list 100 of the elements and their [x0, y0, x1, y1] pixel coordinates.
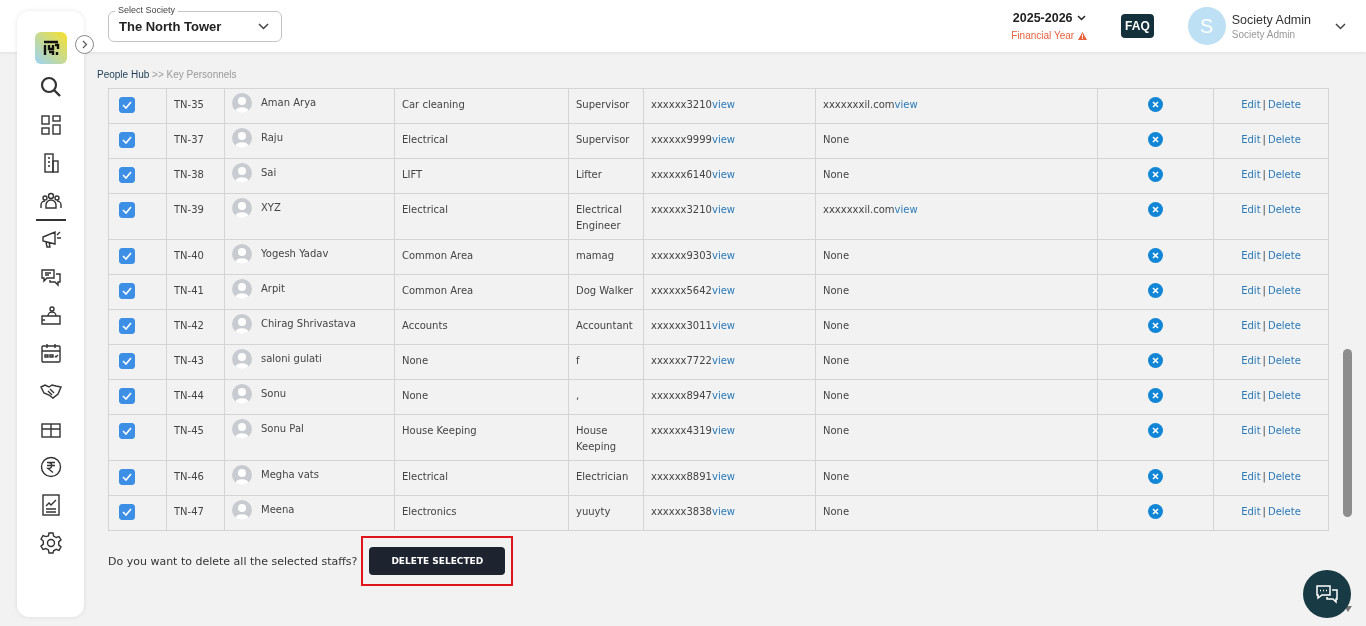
chevron-down-icon[interactable] [1335, 22, 1346, 30]
warning-icon [1078, 31, 1088, 40]
row-checkbox[interactable] [119, 318, 135, 334]
close-circle-icon[interactable] [1148, 469, 1163, 484]
delete-link[interactable]: Delete [1267, 134, 1301, 145]
chat-button[interactable] [1303, 570, 1351, 618]
staff-name: Chirag Shrivastava [261, 317, 356, 331]
faq-button[interactable]: FAQ [1121, 14, 1154, 38]
close-circle-icon[interactable] [1148, 248, 1163, 263]
view-link[interactable]: view [711, 204, 735, 215]
chevron-down-icon [258, 23, 269, 30]
delete-link[interactable]: Delete [1267, 169, 1301, 180]
edit-link[interactable]: Edit [1241, 390, 1261, 401]
email: None [823, 506, 850, 517]
row-checkbox[interactable] [119, 132, 135, 148]
breadcrumb-current: >> Key Personnels [152, 69, 237, 80]
delete-question: Do you want to delete all the selected staffs? [108, 554, 358, 568]
phone-number: xxxxxx7722 [651, 355, 712, 366]
close-circle-icon[interactable] [1148, 202, 1163, 217]
close-circle-icon[interactable] [1148, 504, 1163, 519]
chevron-right-icon [81, 40, 88, 49]
staff-id: TN-41 [174, 285, 204, 296]
grid-icon [38, 113, 63, 137]
delete-link[interactable]: Delete [1267, 204, 1301, 215]
separator: | [1262, 425, 1266, 436]
delete-link[interactable]: Delete [1267, 425, 1301, 436]
edit-link[interactable]: Edit [1241, 355, 1261, 366]
check-icon [122, 508, 132, 516]
financial-year-select[interactable]: 2025-2026 [1012, 11, 1073, 25]
separator: | [1262, 250, 1266, 261]
email: None [823, 390, 850, 401]
department: Electrical [402, 204, 448, 215]
check-icon [122, 171, 132, 179]
close-circle-icon[interactable] [1148, 283, 1163, 298]
row-checkbox[interactable] [119, 248, 135, 264]
delete-link[interactable]: Delete [1267, 250, 1301, 261]
row-checkbox[interactable] [119, 353, 135, 369]
delete-selected-button[interactable]: DELETE SELECTED [369, 547, 506, 575]
row-checkbox[interactable] [119, 423, 135, 439]
avatar-icon [232, 93, 252, 113]
view-link[interactable]: view [711, 390, 735, 401]
edit-link[interactable]: Edit [1241, 320, 1261, 331]
delete-link[interactable]: Delete [1267, 506, 1301, 517]
view-link[interactable]: view [711, 169, 735, 180]
row-checkbox[interactable] [119, 167, 135, 183]
edit-link[interactable]: Edit [1241, 425, 1261, 436]
close-circle-icon[interactable] [1148, 423, 1163, 438]
view-link[interactable]: view [711, 250, 735, 261]
avatar-icon [232, 465, 252, 485]
edit-link[interactable]: Edit [1241, 285, 1261, 296]
designation: Electrician [576, 471, 629, 482]
delete-link[interactable]: Delete [1267, 285, 1301, 296]
edit-link[interactable]: Edit [1241, 204, 1261, 215]
scrollbar-thumb[interactable] [1343, 349, 1352, 517]
view-link[interactable]: view [711, 134, 735, 145]
delete-link[interactable]: Delete [1267, 320, 1301, 331]
staff-name: Aman Arya [261, 96, 317, 110]
edit-link[interactable]: Edit [1241, 99, 1261, 110]
view-link[interactable]: view [894, 99, 918, 110]
expand-sidebar-button[interactable] [75, 35, 94, 54]
row-checkbox[interactable] [119, 388, 135, 404]
department: House Keeping [402, 425, 477, 436]
staff-name: Arpit [261, 282, 285, 296]
row-checkbox[interactable] [119, 469, 135, 485]
avatar-icon [232, 279, 252, 299]
delete-link[interactable]: Delete [1267, 390, 1301, 401]
view-link[interactable]: view [711, 99, 735, 110]
view-link[interactable]: view [711, 471, 735, 482]
close-circle-icon[interactable] [1148, 97, 1163, 112]
edit-link[interactable]: Edit [1241, 134, 1261, 145]
department: Car cleaning [402, 99, 465, 110]
phone-number: xxxxxx3838 [651, 506, 712, 517]
view-link[interactable]: view [711, 425, 735, 436]
row-checkbox[interactable] [119, 504, 135, 520]
delete-link[interactable]: Delete [1267, 471, 1301, 482]
view-link[interactable]: view [711, 355, 735, 366]
close-circle-icon[interactable] [1148, 167, 1163, 182]
email: xxxxxxxil.com [823, 204, 895, 215]
avatar-icon [232, 244, 252, 264]
edit-link[interactable]: Edit [1241, 169, 1261, 180]
close-circle-icon[interactable] [1148, 388, 1163, 403]
app-logo[interactable] [34, 32, 67, 64]
row-checkbox[interactable] [119, 283, 135, 299]
close-circle-icon[interactable] [1148, 132, 1163, 147]
delete-link[interactable]: Delete [1267, 99, 1301, 110]
edit-link[interactable]: Edit [1241, 471, 1261, 482]
close-circle-icon[interactable] [1148, 353, 1163, 368]
row-checkbox[interactable] [119, 202, 135, 218]
close-circle-icon[interactable] [1148, 318, 1163, 333]
view-link[interactable]: view [894, 204, 918, 215]
edit-link[interactable]: Edit [1241, 250, 1261, 261]
view-link[interactable]: view [711, 285, 735, 296]
row-checkbox[interactable] [119, 97, 135, 113]
view-link[interactable]: view [711, 506, 735, 517]
view-link[interactable]: view [711, 320, 735, 331]
breadcrumb-link[interactable]: People Hub [97, 69, 150, 80]
check-icon [122, 427, 132, 435]
edit-link[interactable]: Edit [1241, 506, 1261, 517]
delete-link[interactable]: Delete [1267, 355, 1301, 366]
phone-number: xxxxxx3210 [651, 204, 712, 215]
